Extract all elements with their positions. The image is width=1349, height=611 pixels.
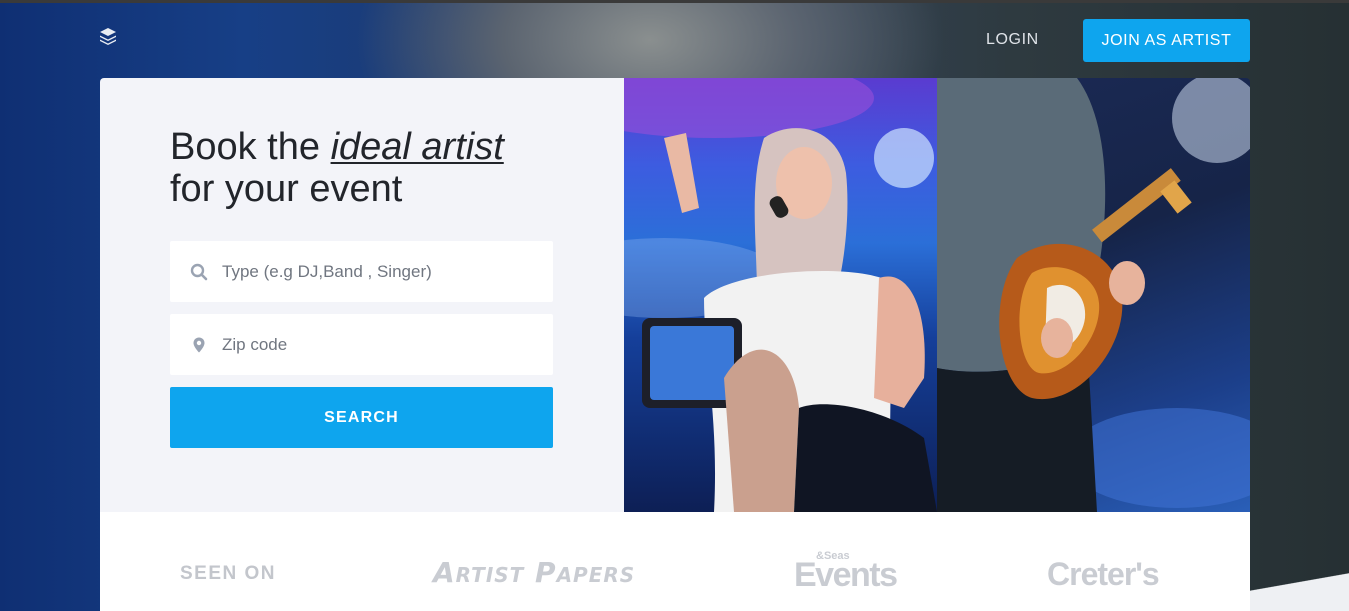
seen-on-label: SEEN ON bbox=[180, 563, 277, 584]
singer-photo-art bbox=[624, 78, 937, 512]
hero-card: Book the ideal artist for your event SEA… bbox=[100, 78, 1250, 512]
login-link[interactable]: LOGIN bbox=[986, 31, 1039, 49]
press-logo-artist-papers: Artist Papers bbox=[433, 556, 636, 589]
layers-icon[interactable] bbox=[98, 26, 118, 46]
press-logo-creters: Creter's bbox=[1047, 556, 1160, 592]
corner-shape bbox=[1250, 565, 1349, 611]
guitarist-photo bbox=[937, 78, 1250, 512]
zip-input[interactable] bbox=[222, 334, 522, 355]
press-strip: SEEN ON Artist Papers &Seas Events Crete… bbox=[100, 512, 1250, 611]
headline-emphasis: ideal artist bbox=[330, 126, 504, 168]
singer-photo bbox=[624, 78, 937, 512]
headline-part2: for your event bbox=[170, 168, 403, 210]
location-pin-icon bbox=[193, 337, 205, 352]
guitarist-photo-art bbox=[937, 78, 1250, 512]
search-panel: Book the ideal artist for your event SEA… bbox=[100, 78, 624, 512]
press-logo-events: Events bbox=[794, 556, 898, 594]
search-icon bbox=[190, 263, 208, 280]
type-input[interactable] bbox=[222, 261, 522, 282]
top-border bbox=[0, 0, 1349, 3]
headline-part1: Book the bbox=[170, 126, 331, 168]
hero-headline: Book the ideal artist for your event bbox=[170, 126, 504, 210]
search-button[interactable]: SEARCH bbox=[170, 387, 553, 448]
type-field[interactable] bbox=[170, 241, 553, 302]
join-as-artist-button[interactable]: JOIN AS ARTIST bbox=[1083, 19, 1250, 62]
zip-field[interactable] bbox=[170, 314, 553, 375]
